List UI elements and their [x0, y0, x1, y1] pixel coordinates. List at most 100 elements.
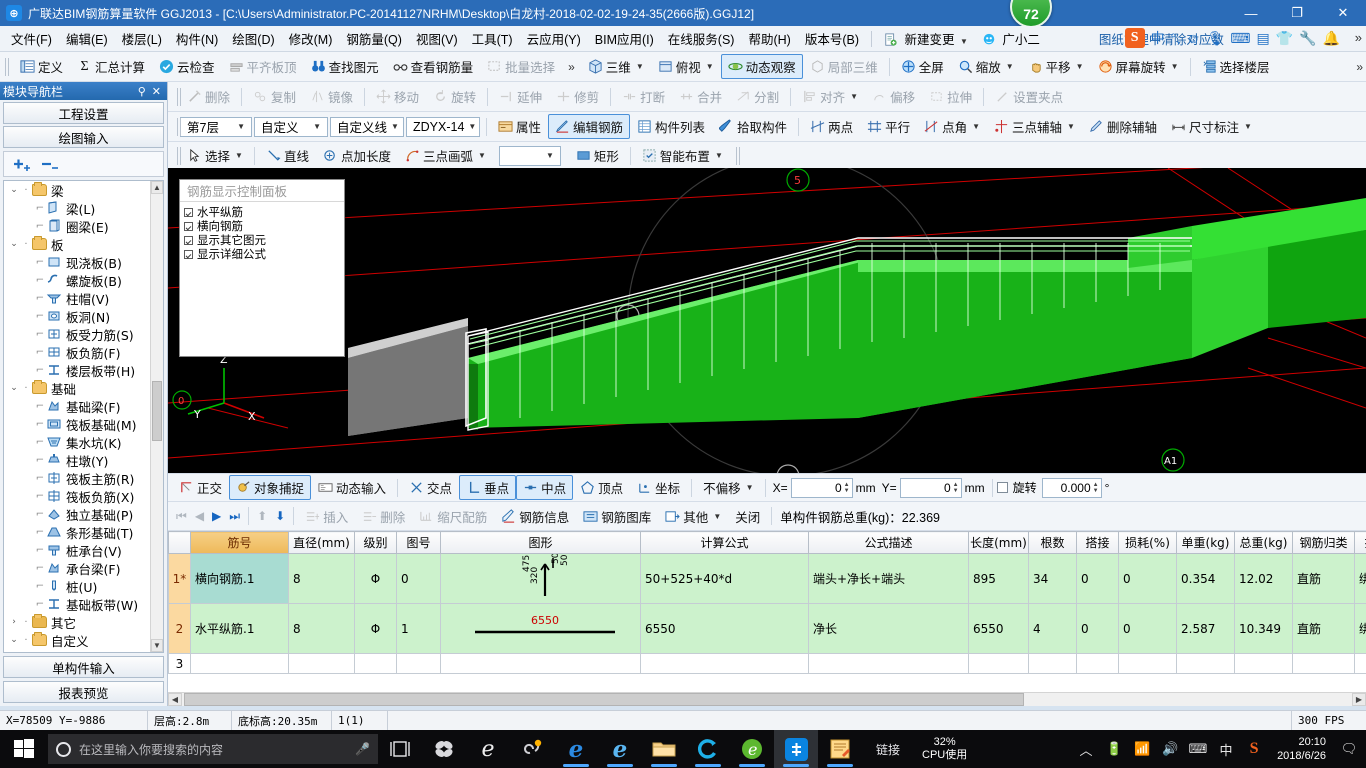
rebar-panel-item-1[interactable]: 横向钢筋: [184, 219, 342, 233]
cell-name[interactable]: 横向钢筋.1: [190, 553, 289, 604]
column-header-count[interactable]: 根数: [1028, 531, 1077, 554]
arc-tool-button[interactable]: 三点画弧 ▼: [398, 143, 493, 168]
chevron-down-icon[interactable]: ▼: [464, 122, 480, 131]
other-menu-button[interactable]: 其他 ▼: [658, 504, 728, 529]
tree-item-5[interactable]: ⌐ 螺旋板(B): [4, 271, 150, 289]
cpu-usage-indicator[interactable]: 32% CPU使用: [914, 736, 975, 762]
first-record-button[interactable]: ⏮: [172, 507, 191, 526]
y-coord-input[interactable]: 0 ▲ ▼: [899, 477, 962, 498]
cell-figno[interactable]: [396, 653, 441, 674]
chevron-down-icon[interactable]: ▼: [1171, 62, 1179, 71]
menu-draw[interactable]: 绘图(D): [225, 26, 281, 51]
chevron-down-icon[interactable]: ▼: [972, 122, 980, 131]
scroll-thumb[interactable]: [152, 381, 162, 441]
trim-button[interactable]: 修剪: [549, 84, 606, 109]
cell-unitwt[interactable]: [1176, 653, 1235, 674]
rotate-button[interactable]: 旋转: [426, 84, 483, 109]
cell-totalwt[interactable]: 12.02: [1234, 553, 1293, 604]
user-button[interactable]: 广小二: [975, 26, 1047, 51]
cell-shape[interactable]: 6550: [440, 603, 641, 654]
toolbar-grip[interactable]: [5, 57, 10, 76]
chevron-down-icon[interactable]: ▼: [960, 37, 968, 46]
rebar-panel-item-0[interactable]: 水平纵筋: [184, 205, 342, 219]
close-panel-button[interactable]: 关闭: [728, 504, 767, 529]
tree-item-16[interactable]: ⌐ 筏板主筋(R): [4, 469, 150, 487]
punctuation-icon[interactable]: °,: [1171, 30, 1181, 46]
x-spinner[interactable]: ▲ ▼: [844, 482, 850, 494]
line-tool-button[interactable]: 直线: [259, 143, 316, 168]
cell-rownum[interactable]: 2: [168, 603, 191, 654]
cell-totalwt[interactable]: 10.349: [1234, 603, 1293, 654]
close-icon[interactable]: ✕: [149, 85, 164, 98]
taskbar-edge-legacy[interactable]: e: [466, 730, 510, 768]
task-view-button[interactable]: [378, 730, 422, 768]
rotate-spinner[interactable]: ▲ ▼: [1093, 482, 1099, 494]
tree-item-8[interactable]: ⌐ 板受力筋(S): [4, 325, 150, 343]
keyboard-icon[interactable]: ⌨: [1185, 730, 1211, 768]
dynamic-input-toggle[interactable]: 动态输入: [311, 475, 393, 500]
toolbar-grip-end[interactable]: [735, 146, 741, 165]
point-length-button[interactable]: 点加长度: [316, 143, 398, 168]
column-header-loss[interactable]: 损耗(%): [1118, 531, 1177, 554]
select-tool-button[interactable]: 选择 ▼: [180, 143, 250, 168]
menu-version[interactable]: 版本号(B): [798, 26, 866, 51]
cell-laptype[interactable]: [1354, 653, 1366, 674]
tree-item-1[interactable]: ⌐ 梁(L): [4, 199, 150, 217]
menu-view[interactable]: 视图(V): [409, 26, 465, 51]
table-row[interactable]: 1* 横向钢筋.1 8 Φ 0 475 320 50 50 50+525+40*d 端头+净长+端头…: [168, 552, 1366, 604]
scroll-track[interactable]: [182, 693, 1352, 706]
taskbar-green-browser[interactable]: e: [730, 730, 774, 768]
emoji-icon[interactable]: ☺: [1186, 30, 1200, 46]
cell-laptype[interactable]: 绑扎: [1354, 603, 1366, 654]
column-header-unitwt[interactable]: 单重(kg): [1176, 531, 1235, 554]
rotate-checkbox[interactable]: [996, 482, 1008, 493]
start-button[interactable]: [0, 730, 48, 768]
zoom-button[interactable]: 缩放 ▼: [951, 54, 1021, 79]
rebar-panel-item-3[interactable]: 显示详细公式: [184, 247, 342, 261]
tree-item-0[interactable]: ⌄ · 梁: [4, 181, 150, 199]
intersection-snap-toggle[interactable]: 交点: [402, 475, 459, 500]
y-spinner[interactable]: ▲ ▼: [953, 482, 959, 494]
taskbar-explorer[interactable]: [642, 730, 686, 768]
copy-button[interactable]: 复制: [246, 84, 303, 109]
tree-item-14[interactable]: ⌐ 集水坑(K): [4, 433, 150, 451]
cell-name[interactable]: 水平纵筋.1: [190, 603, 289, 654]
microphone-icon[interactable]: 🎤: [355, 742, 370, 756]
column-header-name[interactable]: 筋号: [190, 531, 289, 554]
table-row[interactable]: 2 水平纵筋.1 8 Φ 1 6550 6550 净长 6550 4 0 0 2.587 10.349 直筋…: [168, 603, 1366, 654]
scroll-up-icon[interactable]: ▲: [151, 181, 163, 194]
pin-icon[interactable]: ⚲: [135, 85, 149, 98]
taskbar-ggj[interactable]: [774, 730, 818, 768]
column-header-class[interactable]: 钢筋归类: [1292, 531, 1355, 554]
cell-name[interactable]: [190, 653, 289, 674]
vertex-snap-toggle[interactable]: 顶点: [573, 475, 630, 500]
cell-rownum[interactable]: 3: [168, 653, 191, 674]
collapse-all-icon[interactable]: [40, 156, 60, 172]
tree-expander-icon[interactable]: ⌄: [8, 185, 20, 195]
tree-item-21[interactable]: ⌐ 承台梁(F): [4, 559, 150, 577]
chevron-down-icon[interactable]: ▼: [1076, 62, 1084, 71]
summary-calc-button[interactable]: Σ 汇总计算: [70, 54, 152, 79]
toolbar1-right-overflow-icon[interactable]: »: [1356, 60, 1363, 74]
toolbar1-overflow-icon[interactable]: »: [568, 60, 575, 74]
checkbox-icon[interactable]: [184, 249, 193, 259]
toolbar-grip[interactable]: [177, 146, 182, 165]
menubar-overflow-icon[interactable]: »: [1355, 30, 1362, 45]
dimension-button[interactable]: 尺寸标注 ▼: [1164, 114, 1259, 139]
score-badge[interactable]: 72: [1010, 0, 1052, 28]
three-point-axis-button[interactable]: 三点辅轴 ▼: [987, 114, 1082, 139]
ortho-toggle[interactable]: 正交: [172, 475, 229, 500]
break-button[interactable]: 打断: [615, 84, 672, 109]
taskbar-app-cloud[interactable]: [422, 730, 466, 768]
scale-rebar-button[interactable]: 缩尺配筋: [412, 504, 494, 529]
new-change-button[interactable]: 新建变更 ▼: [877, 26, 975, 51]
stretch-button[interactable]: 拉伸: [922, 84, 979, 109]
component-list-button[interactable]: 构件列表: [630, 114, 712, 139]
cell-length[interactable]: [968, 653, 1029, 674]
link-label[interactable]: 链接: [862, 741, 914, 758]
edit-rebar-button[interactable]: 编辑钢筋: [548, 114, 631, 139]
chevron-down-icon[interactable]: ▼: [636, 62, 644, 71]
insert-row-button[interactable]: 插入: [298, 504, 355, 529]
cell-shape[interactable]: 475 320 50 50: [440, 552, 641, 604]
cell-count[interactable]: 34: [1028, 553, 1077, 604]
